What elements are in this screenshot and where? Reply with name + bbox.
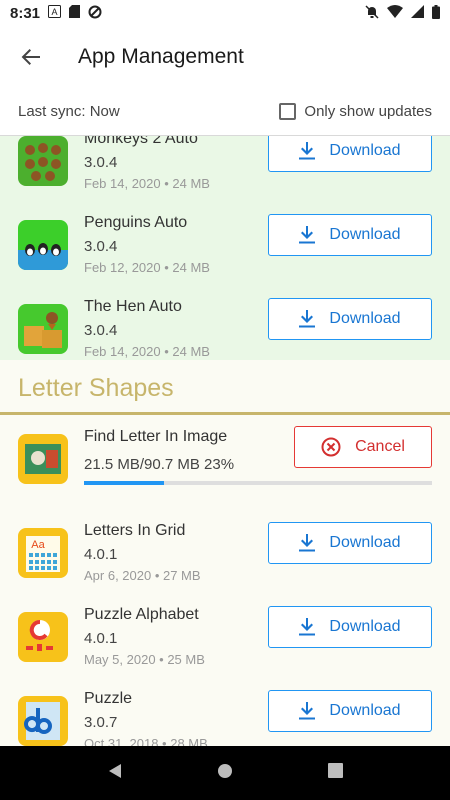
back-arrow-icon xyxy=(21,49,40,65)
wifi-icon xyxy=(387,5,403,21)
only-updates-toggle[interactable]: Only show updates xyxy=(279,103,432,120)
only-updates-checkbox[interactable] xyxy=(279,103,297,120)
app-name: Penguins Auto xyxy=(84,214,188,231)
list-item: Puzzle 3.0.7 Oct 31, 2018 • 28 MB Downlo… xyxy=(0,678,450,746)
app-list[interactable]: Monkeys 2 Auto 3.0.4 Feb 14, 2020 • 24 M… xyxy=(0,136,450,746)
download-icon xyxy=(299,702,316,720)
status-bar: 8:31 A xyxy=(0,0,450,26)
last-sync-label: Last sync: Now xyxy=(18,103,120,120)
app-name: Monkeys 2 Auto xyxy=(84,136,198,147)
a-badge-icon: A xyxy=(48,5,62,21)
download-label: Download xyxy=(329,142,401,159)
download-button[interactable]: Download xyxy=(268,136,432,172)
list-item: Puzzle Alphabet 4.0.1 May 5, 2020 • 25 M… xyxy=(0,594,450,678)
svg-text:A: A xyxy=(52,7,58,17)
app-bar: App Management xyxy=(0,26,450,88)
app-icon-hen xyxy=(18,304,68,354)
cancel-circle-icon xyxy=(321,437,341,457)
signal-icon xyxy=(411,5,424,21)
page-title: App Management xyxy=(78,45,244,68)
app-meta: Feb 14, 2020 • 24 MB xyxy=(84,344,210,359)
app-icon-find-letter xyxy=(18,434,68,484)
app-name: Puzzle Alphabet xyxy=(84,606,199,623)
download-progress-bar xyxy=(84,481,432,485)
app-version: 3.0.4 xyxy=(84,154,118,171)
cancel-label: Cancel xyxy=(355,438,405,455)
system-nav-bar xyxy=(0,746,450,800)
app-meta: Oct 31, 2018 • 28 MB xyxy=(84,736,208,746)
download-button[interactable]: Download xyxy=(268,522,432,564)
app-meta: May 5, 2020 • 25 MB xyxy=(84,652,205,667)
app-icon-monkeys xyxy=(18,136,68,186)
download-icon xyxy=(299,142,316,160)
app-name: Find Letter In Image xyxy=(84,428,228,445)
download-button[interactable]: Download xyxy=(268,214,432,256)
app-name: Puzzle xyxy=(84,690,133,707)
app-version: 3.0.7 xyxy=(84,714,118,731)
list-item: The Hen Auto 3.0.4 Feb 14, 2020 • 24 MB … xyxy=(0,286,450,370)
download-button[interactable]: Download xyxy=(268,690,432,732)
download-label: Download xyxy=(329,702,401,719)
download-label: Download xyxy=(329,618,401,635)
app-version: 3.0.4 xyxy=(84,322,118,339)
download-icon xyxy=(299,618,316,636)
sync-bar: Last sync: Now Only show updates xyxy=(0,88,450,136)
app-version: 4.0.1 xyxy=(84,546,118,563)
muted-bell-icon xyxy=(365,4,379,22)
app-meta: Apr 6, 2020 • 27 MB xyxy=(84,568,201,583)
app-icon-letters-grid: Aa xyxy=(18,528,68,578)
download-progress-fill xyxy=(84,481,165,485)
home-circle-icon xyxy=(218,763,233,778)
download-label: Download xyxy=(329,226,401,243)
nav-back-button[interactable] xyxy=(107,763,123,784)
back-triangle-icon xyxy=(109,763,122,778)
app-meta: Feb 14, 2020 • 24 MB xyxy=(84,176,210,191)
svg-text:Aa: Aa xyxy=(31,539,45,551)
only-updates-label: Only show updates xyxy=(304,103,432,120)
app-meta: Feb 12, 2020 • 24 MB xyxy=(84,260,210,275)
app-icon-puzzle xyxy=(18,696,68,746)
download-icon xyxy=(299,226,316,244)
app-name: Letters In Grid xyxy=(84,522,186,539)
app-icon-puzzle-alphabet xyxy=(18,612,68,662)
download-label: Download xyxy=(329,310,401,327)
download-icon xyxy=(299,534,316,552)
app-version: 4.0.1 xyxy=(84,630,118,647)
app-icon-penguins xyxy=(18,220,68,270)
download-button[interactable]: Download xyxy=(268,606,432,648)
cancel-button[interactable]: Cancel xyxy=(294,426,432,468)
download-label: Download xyxy=(329,534,401,551)
app-version: 3.0.4 xyxy=(84,238,118,255)
battery-icon xyxy=(432,4,440,22)
blocked-circle-icon xyxy=(88,5,102,22)
status-time: 8:31 xyxy=(10,4,41,22)
nav-recents-button[interactable] xyxy=(327,763,343,783)
download-progress-text: 21.5 MB/90.7 MB 23% xyxy=(84,456,235,473)
sd-card-icon xyxy=(69,5,81,21)
download-icon xyxy=(299,310,316,328)
back-button[interactable] xyxy=(0,26,62,88)
app-name: The Hen Auto xyxy=(84,298,182,315)
section-divider xyxy=(0,412,450,415)
list-item: Monkeys 2 Auto 3.0.4 Feb 14, 2020 • 24 M… xyxy=(0,136,450,202)
recents-square-icon xyxy=(327,763,343,778)
list-item: Penguins Auto 3.0.4 Feb 12, 2020 • 24 MB… xyxy=(0,202,450,286)
list-item: Aa Letters In Grid 4.0.1 Apr 6, 2020 • 2… xyxy=(0,510,450,594)
nav-home-button[interactable] xyxy=(217,763,233,784)
download-button[interactable]: Download xyxy=(268,298,432,340)
section-title: Letter Shapes xyxy=(18,374,174,402)
